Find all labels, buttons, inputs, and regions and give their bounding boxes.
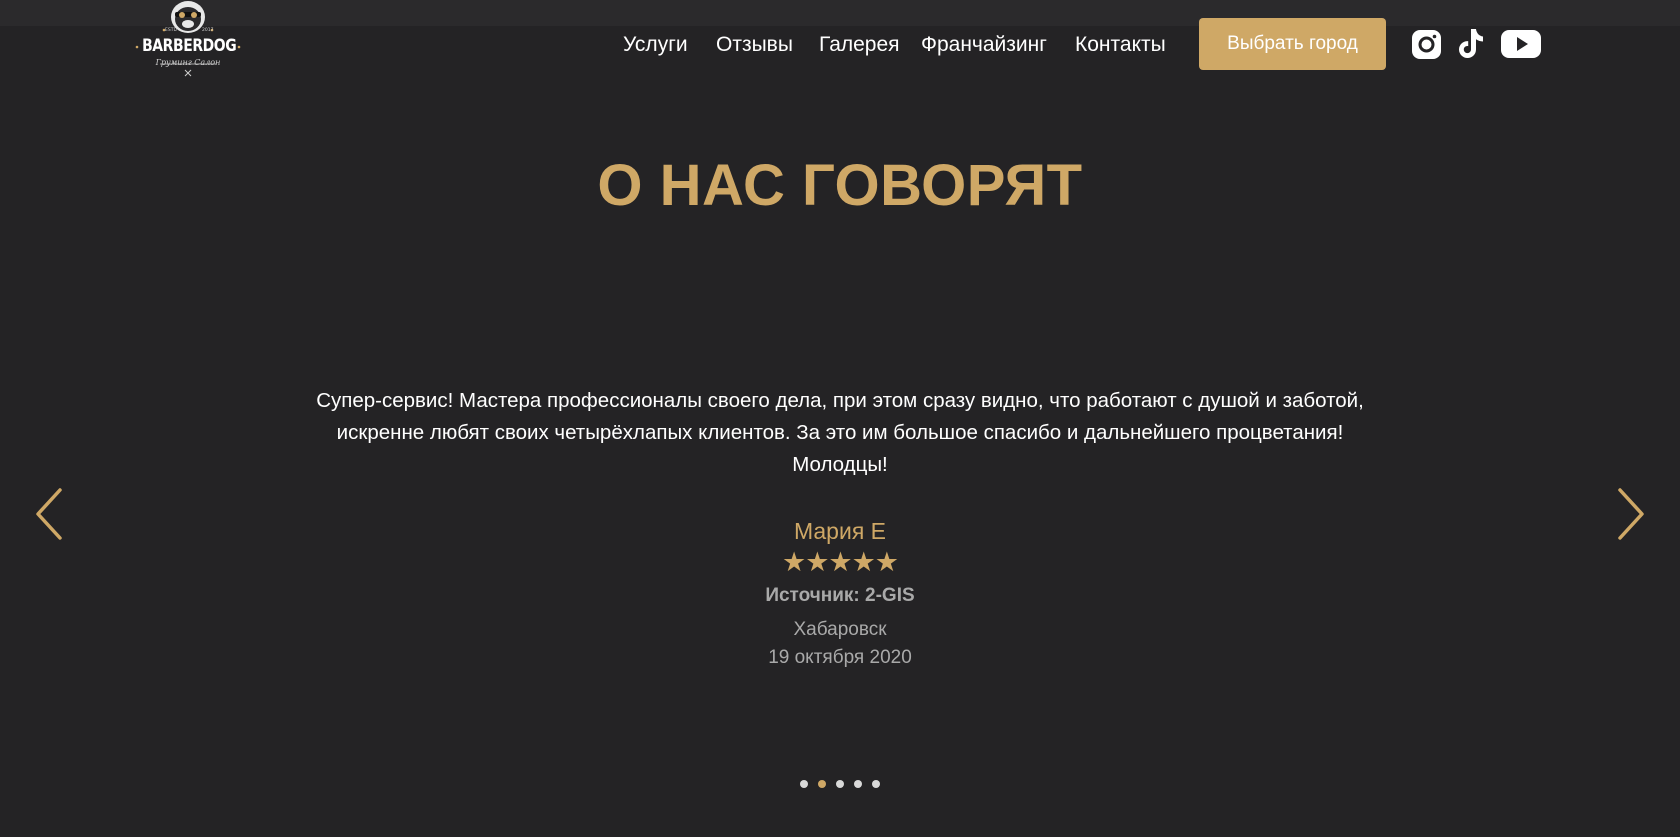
review-text: Супер-сервис! Мастера профессионалы свое… [316, 389, 1364, 476]
instagram-icon[interactable] [1412, 27, 1442, 61]
rating-stars: ★★★★★ [781, 547, 899, 578]
nav-reviews[interactable]: Отзывы [716, 30, 793, 60]
nav-franchising[interactable]: Франчайзинг [921, 30, 1047, 60]
page: ESTD 2017 BARBERDOG Груминг Салон Услуги… [0, 0, 1680, 837]
section-title: О НАС ГОВОРЯТ [597, 153, 1083, 218]
nav-services[interactable]: Услуги [623, 30, 688, 60]
choose-city-button[interactable]: Выбрать город [1199, 18, 1386, 70]
youtube-icon[interactable] [1501, 27, 1541, 61]
logo-badge-left: ESTD [165, 27, 177, 33]
review-city: Хабаровск [793, 619, 887, 640]
review-date: 19 октября 2020 [768, 647, 912, 668]
pagination-dot[interactable] [872, 780, 880, 788]
pagination-dot[interactable] [836, 780, 844, 788]
nav-contacts[interactable]: Контакты [1075, 30, 1166, 60]
pagination-dot[interactable] [854, 780, 862, 788]
top-strip [0, 0, 1680, 26]
logo-badge-right: 2017 [202, 27, 214, 33]
barberdog-logo[interactable]: ESTD 2017 BARBERDOG Груминг Салон [132, 0, 244, 80]
review-source: Источник: 2-GIS [765, 585, 915, 606]
pagination-dot[interactable] [818, 780, 826, 788]
logo-wordmark: BARBERDOG [142, 36, 237, 56]
tiktok-icon[interactable] [1457, 27, 1485, 61]
slider-pagination [0, 780, 1680, 790]
logo-subtitle: Груминг Салон [155, 58, 221, 67]
nav-gallery[interactable]: Галерея [819, 30, 900, 60]
reviewer-name: Мария Е [793, 518, 887, 544]
pagination-dot[interactable] [800, 780, 808, 788]
